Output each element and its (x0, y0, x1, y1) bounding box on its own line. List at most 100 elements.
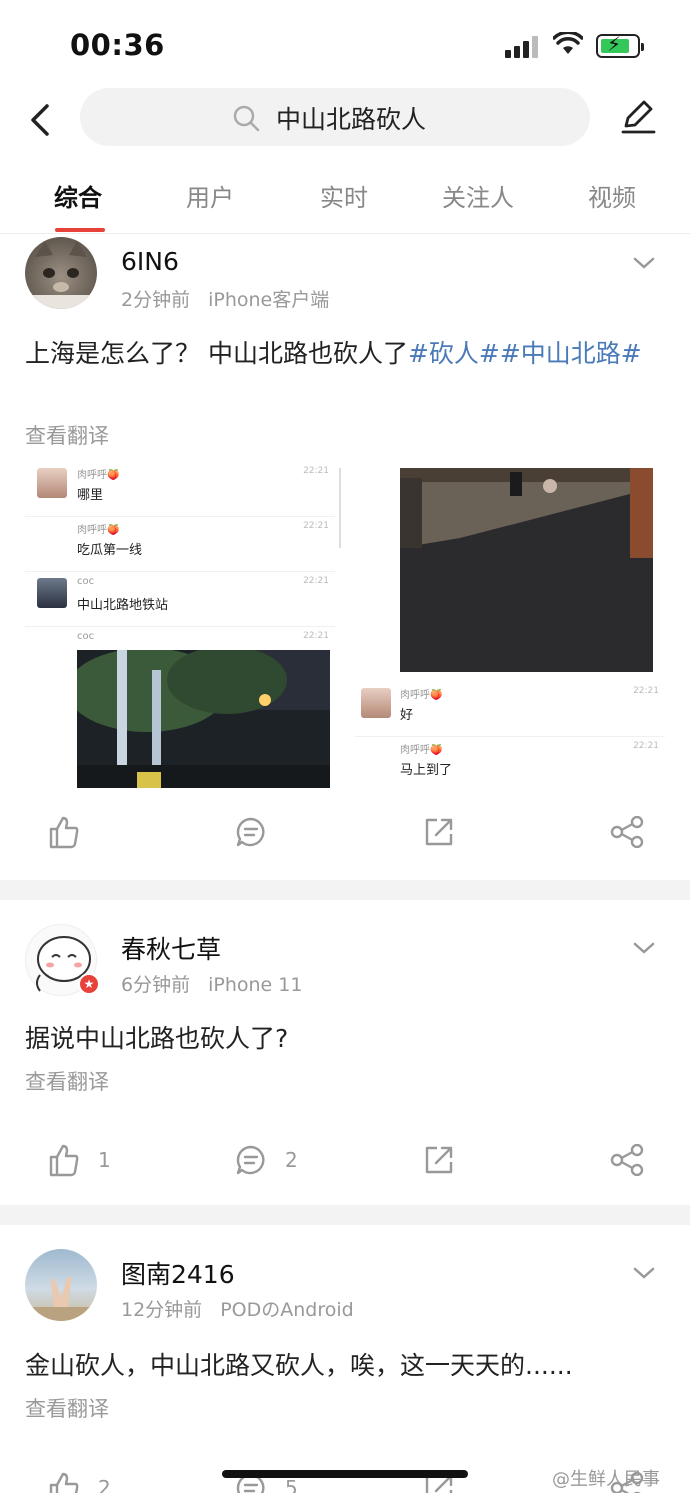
chevron-down-icon[interactable] (632, 940, 656, 956)
post-time: 6分钟前 (121, 974, 191, 996)
post-image-street-screenshot[interactable]: 肉呼呼🍑 好 22:21 肉呼呼🍑 马上到了 22:21 (355, 462, 665, 788)
chat-text: 好 (400, 708, 414, 723)
post-meta: 2分钟前 iPhone客户端 (121, 285, 329, 312)
repost-button[interactable] (423, 1140, 455, 1180)
post-card[interactable]: 图南2416 12分钟前 PODのAndroid 金山砍人，中山北路又砍人，唉，这… (0, 1225, 690, 1493)
post-card[interactable]: ★ 春秋七草 6分钟前 iPhone 11 据说中山北路也砍人了? 查看翻译 1 … (0, 900, 690, 1205)
tab-realtime[interactable]: 实时 (289, 178, 399, 213)
post-body: 上海是怎么了？ 中山北路也砍人了 (25, 339, 408, 368)
repost-button[interactable] (423, 812, 455, 852)
share-button[interactable] (610, 812, 644, 852)
post-divider (0, 880, 690, 900)
post-text: 据说中山北路也砍人了? (25, 1024, 289, 1053)
chat-message: 肉呼呼🍑 好 22:21 (355, 682, 665, 737)
share-nodes-icon (610, 816, 644, 848)
post-actions (0, 812, 690, 860)
chat-sender: 肉呼呼🍑 (77, 470, 120, 481)
comment-button[interactable] (235, 812, 267, 852)
comment-icon (236, 1145, 265, 1175)
like-button[interactable]: 1 (48, 1140, 111, 1180)
post-divider (0, 1205, 690, 1225)
like-button[interactable] (48, 812, 80, 852)
avatar (37, 578, 67, 608)
search-header: 中山北路砍人 (0, 84, 690, 154)
chat-message: coc 中山北路地铁站 22:21 (25, 572, 335, 627)
avatar[interactable] (25, 1249, 97, 1321)
username[interactable]: 春秋七草 (121, 930, 221, 966)
post-meta: 6分钟前 iPhone 11 (121, 970, 302, 997)
battery-icon: ⚡ (596, 32, 644, 58)
translate-link[interactable]: 查看翻译 (25, 1393, 109, 1423)
chat-sender: coc (77, 631, 95, 642)
chat-time: 22:21 (633, 686, 659, 696)
post-image-chat-screenshot[interactable]: 肉呼呼🍑 哪里 22:21 肉呼呼🍑 吃瓜第一线 22:21 coc 中山北路地… (25, 462, 345, 788)
tab-followed[interactable]: 关注人 (423, 178, 533, 213)
chat-message: 肉呼呼🍑 马上到了 22:21 (355, 737, 665, 788)
chevron-left-icon (31, 104, 49, 136)
thumbs-up-icon (49, 816, 79, 849)
chat-sender: 肉呼呼🍑 (400, 690, 443, 701)
compose-button[interactable] (618, 96, 658, 140)
back-button[interactable] (20, 98, 60, 142)
post-actions: 1 2 (0, 1140, 690, 1188)
like-button[interactable]: 2 (48, 1468, 111, 1493)
username[interactable]: 6IN6 (121, 247, 179, 276)
avatar[interactable]: ★ (25, 924, 100, 996)
search-query: 中山北路砍人 (276, 105, 427, 134)
share-button[interactable] (610, 1140, 644, 1180)
chevron-down-icon[interactable] (632, 1265, 656, 1281)
comment-count: 5 (285, 1476, 298, 1493)
chat-message: coc 22:21 (25, 627, 335, 649)
share-nodes-icon (610, 1144, 644, 1176)
post-source: PODのAndroid (220, 1299, 354, 1321)
cellular-signal-icon (505, 36, 541, 58)
thumbs-up-icon (49, 1144, 79, 1177)
post-text: 金山砍人，中山北路又砍人，唉，这一天天的...... (25, 1351, 573, 1380)
translate-link[interactable]: 查看翻译 (25, 420, 109, 450)
home-indicator[interactable] (222, 1470, 468, 1478)
road-photo (400, 468, 653, 672)
chat-text: 哪里 (77, 488, 104, 503)
search-icon (233, 105, 260, 132)
like-count: 2 (98, 1476, 111, 1493)
chat-time: 22:21 (303, 466, 329, 476)
chat-time: 22:21 (303, 521, 329, 531)
comment-icon (236, 817, 265, 847)
post-time: 2分钟前 (121, 289, 191, 311)
chat-sender: 肉呼呼🍑 (400, 745, 443, 756)
post-meta: 12分钟前 PODのAndroid (121, 1295, 354, 1322)
tab-comprehensive[interactable]: 综合 (23, 178, 133, 213)
search-input[interactable]: 中山北路砍人 (80, 88, 590, 146)
chat-time: 22:21 (633, 741, 659, 751)
tab-users[interactable]: 用户 (155, 178, 265, 213)
share-external-icon (425, 1146, 453, 1174)
translate-link[interactable]: 查看翻译 (25, 1066, 109, 1096)
avatar (37, 468, 67, 498)
chat-sender: coc (77, 576, 95, 587)
thumbs-up-icon (49, 1472, 79, 1493)
post-text: 上海是怎么了？ 中山北路也砍人了#砍人##中山北路# (25, 334, 665, 373)
share-external-icon (425, 818, 453, 846)
street-night-photo (77, 650, 330, 788)
avatar[interactable] (25, 237, 97, 309)
chat-text: 马上到了 (400, 763, 453, 778)
tab-video[interactable]: 视频 (557, 178, 667, 213)
wifi-icon (553, 32, 583, 54)
chevron-down-icon[interactable] (632, 255, 656, 271)
pencil-icon (621, 100, 656, 134)
avatar (361, 688, 391, 718)
hashtag-link[interactable]: #中山北路# (500, 339, 642, 368)
comment-button[interactable]: 2 (235, 1140, 298, 1180)
like-count: 1 (98, 1148, 111, 1172)
post-time: 12分钟前 (121, 1299, 203, 1321)
active-tab-indicator (55, 228, 105, 232)
chat-time: 22:21 (303, 631, 329, 641)
chat-text: 中山北路地铁站 (77, 598, 169, 613)
scroll-indicator (339, 468, 341, 548)
chat-message: 肉呼呼🍑 吃瓜第一线 22:21 (25, 517, 335, 572)
chat-text: 吃瓜第一线 (77, 543, 143, 558)
comment-count: 2 (285, 1148, 298, 1172)
hashtag-link[interactable]: #砍人# (408, 339, 500, 368)
post-source: iPhone客户端 (208, 289, 330, 311)
username[interactable]: 图南2416 (121, 1255, 235, 1291)
